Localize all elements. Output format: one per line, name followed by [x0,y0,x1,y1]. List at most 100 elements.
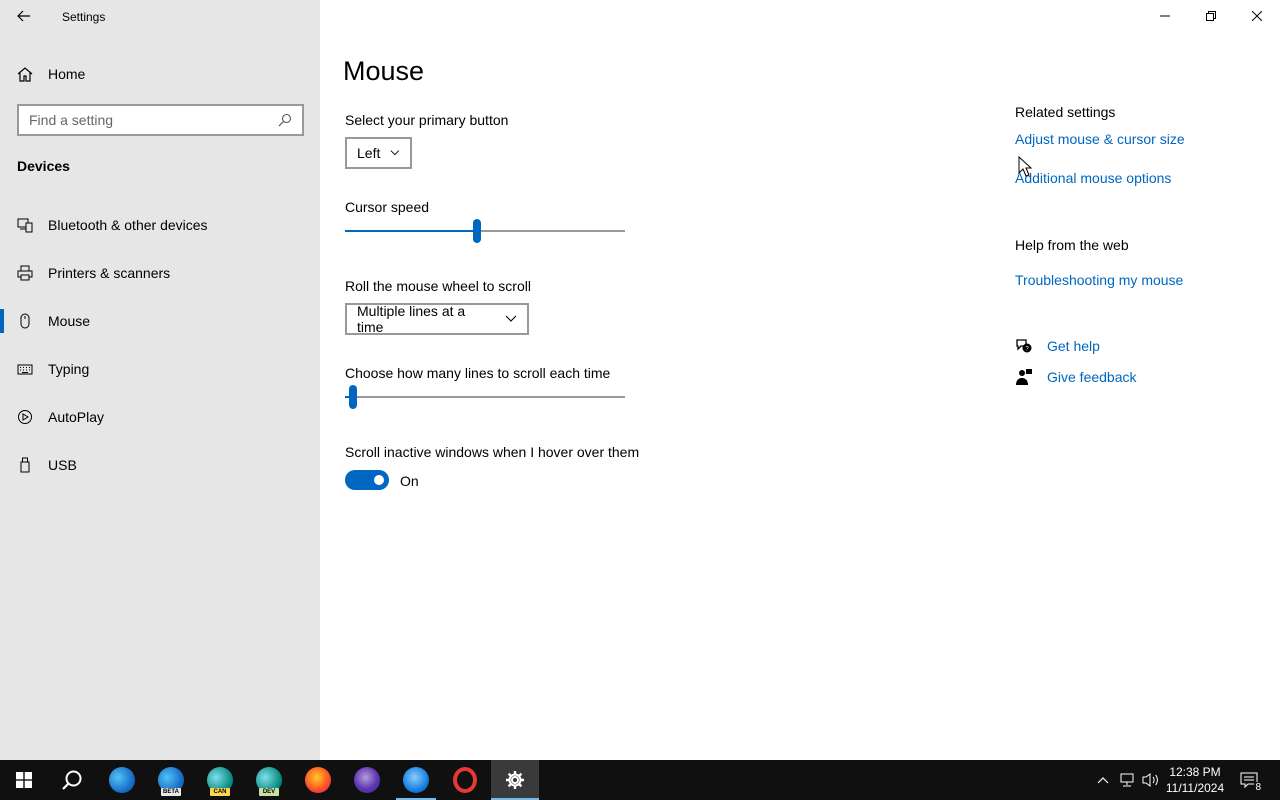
get-help-icon: ? [1016,339,1032,353]
keyboard-icon [17,361,33,377]
autoplay-icon [17,409,33,425]
mouse-icon [17,313,33,329]
feedback-icon [1016,369,1032,385]
sidebar-item-bluetooth[interactable]: Bluetooth & other devices [0,201,320,249]
opera-icon [453,767,477,793]
taskbar-settings[interactable] [491,760,539,800]
chevron-down-icon [505,315,517,322]
taskbar-firefox-nightly[interactable] [343,760,391,800]
sidebar-item-mouse[interactable]: Mouse [0,297,320,345]
start-button[interactable] [0,760,48,800]
clock-time: 12:38 PM [1169,765,1221,779]
scroll-lines-slider[interactable] [345,385,625,409]
cursor-speed-slider[interactable] [345,219,625,243]
badge-label: BETA [161,788,181,796]
minimize-icon [1160,15,1170,17]
search-button[interactable] [48,760,96,800]
taskbar-edge-dev[interactable]: DEV [245,760,293,800]
restore-icon [1206,11,1216,21]
slider-fill [345,230,477,232]
sidebar-item-label: USB [48,457,77,473]
home-link[interactable]: Home [16,62,85,86]
minimize-button[interactable] [1142,0,1188,32]
toggle-state-label: On [400,473,419,489]
bluetooth-devices-icon [17,217,33,233]
slider-thumb[interactable] [473,219,481,243]
sidebar-item-autoplay[interactable]: AutoPlay [0,393,320,441]
related-settings-heading: Related settings [1015,104,1116,120]
notification-count: 8 [1254,782,1262,793]
primary-button-dropdown[interactable]: Left [345,137,412,169]
inactive-scroll-toggle[interactable] [345,470,389,490]
get-help-link[interactable]: ? Get help [1015,337,1100,355]
network-icon [1120,773,1134,787]
additional-mouse-options-link[interactable]: Additional mouse options [1015,170,1171,186]
mouse-pointer-icon [1018,156,1032,177]
sidebar-item-label: Printers & scanners [48,265,171,281]
taskbar-clock[interactable]: 12:38 PM 11/11/2024 [1160,764,1230,796]
get-help-label: Get help [1047,338,1100,354]
selection-indicator [0,309,4,333]
page-title: Mouse [343,56,425,86]
help-web-heading: Help from the web [1015,237,1129,253]
window-title: Settings [62,10,106,24]
taskbar-edge-canary[interactable]: CAN [196,760,244,800]
taskbar-edge-beta[interactable]: BETA [147,760,195,800]
inactive-scroll-label: Scroll inactive windows when I hover ove… [345,444,640,460]
home-label: Home [48,66,86,82]
volume-button[interactable] [1140,760,1162,800]
sidebar-item-label: Bluetooth & other devices [48,217,208,233]
section-title: Devices [17,158,70,174]
wheel-scroll-dropdown[interactable]: Multiple lines at a time [345,303,529,335]
dropdown-value: Multiple lines at a time [357,303,466,335]
firefox-dev-icon [403,767,429,793]
notification-center-button[interactable]: 8 [1232,760,1266,800]
sidebar-nav: Bluetooth & other devices Printers & sca… [0,201,320,489]
sidebar-item-label: Mouse [48,313,91,329]
slider-track [345,396,625,398]
badge-label: CAN [210,788,230,796]
windows-logo-icon [16,772,32,788]
wheel-scroll-label: Roll the mouse wheel to scroll [345,278,531,294]
taskbar-firefox-dev[interactable] [392,760,440,800]
search-icon [62,770,82,790]
restore-button[interactable] [1188,0,1234,32]
sidebar-item-usb[interactable]: USB [0,441,320,489]
sidebar-item-label: AutoPlay [48,409,105,425]
taskbar-edge[interactable] [98,760,146,800]
slider-thumb[interactable] [349,385,357,409]
chevron-down-icon [390,150,400,156]
chevron-up-icon [1097,777,1109,784]
taskbar-opera[interactable] [441,760,489,800]
dropdown-value: Left [357,145,381,161]
troubleshooting-link[interactable]: Troubleshooting my mouse [1015,272,1183,288]
close-button[interactable] [1234,0,1280,32]
sidebar-item-typing[interactable]: Typing [0,345,320,393]
give-feedback-link[interactable]: Give feedback [1015,368,1137,386]
cursor-speed-label: Cursor speed [345,199,430,215]
back-arrow-icon [17,10,30,22]
search-box[interactable] [17,104,304,136]
printer-icon [17,265,33,281]
taskbar-firefox[interactable] [294,760,342,800]
edge-canary-icon: CAN [207,767,233,796]
show-hidden-icons-button[interactable] [1092,760,1114,800]
toggle-knob [374,475,384,485]
back-button[interactable] [8,2,40,30]
search-input[interactable] [29,112,278,128]
home-icon [17,67,33,82]
volume-icon [1142,773,1158,787]
edge-beta-icon: BETA [158,767,184,796]
sidebar-item-printers[interactable]: Printers & scanners [0,249,320,297]
search-icon[interactable] [278,113,292,127]
adjust-cursor-size-link[interactable]: Adjust mouse & cursor size [1015,131,1185,147]
close-icon [1252,11,1262,21]
edge-dev-icon: DEV [256,767,282,796]
sidebar: Settings Home Devices Bluetooth & other … [0,0,320,760]
network-button[interactable] [1116,760,1138,800]
badge-label: DEV [259,788,279,796]
firefox-icon [305,767,331,793]
clock-date: 11/11/2024 [1165,781,1225,795]
scroll-lines-label: Choose how many lines to scroll each tim… [345,365,611,381]
usb-icon [17,457,33,473]
